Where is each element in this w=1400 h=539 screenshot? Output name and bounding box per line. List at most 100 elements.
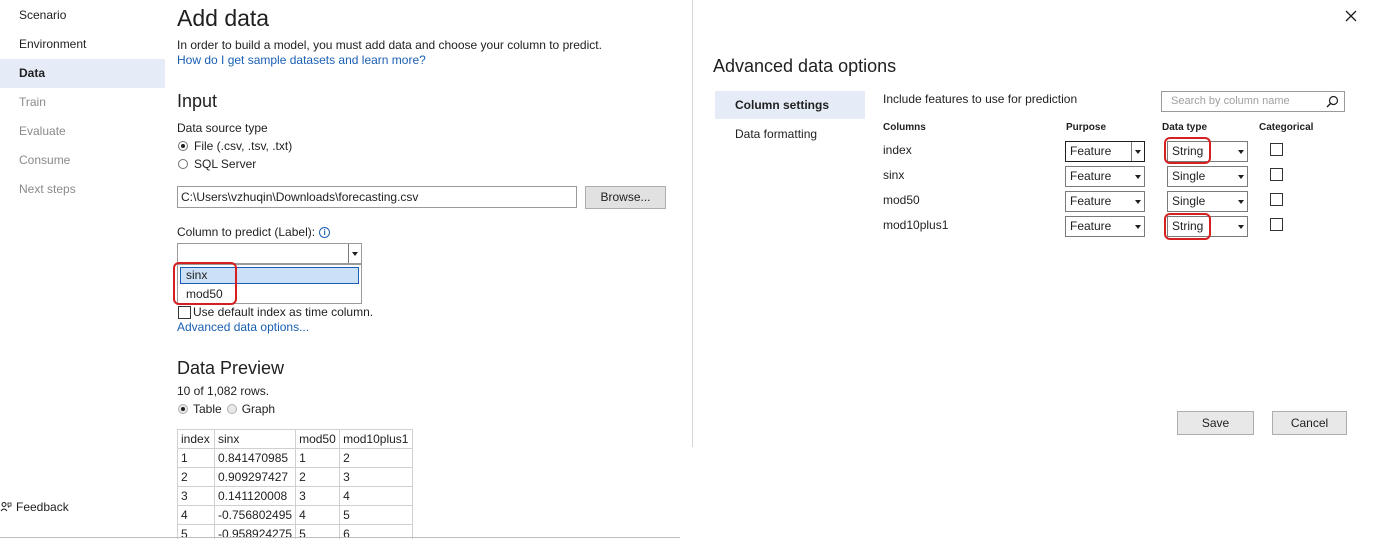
rows-info: 10 of 1,082 rows. [177,384,270,398]
file-path-input[interactable]: C:\Users\vzhuqin\Downloads\forecasting.c… [177,186,577,208]
data-preview-table-wrap: index sinx mod50 mod10plus1 1 0.841470985… [177,429,414,539]
chevron-down-icon [1238,149,1244,154]
radio-graph[interactable] [226,404,237,414]
purpose-value: Feature [1070,144,1112,158]
table-cell: 0.141120008 [213,486,297,506]
info-icon[interactable]: i [319,226,331,238]
table-row: 4 -0.756802495 4 5 [177,505,414,525]
nav-item-next-steps[interactable]: Next steps [0,175,165,204]
nav-item-data[interactable]: Data [0,59,165,88]
tab-data-formatting[interactable]: Data formatting [715,120,865,148]
data-preview-table: index sinx mod50 mod10plus1 1 0.841470985… [177,429,414,539]
nav-item-train[interactable]: Train [0,88,165,117]
cancel-button[interactable]: Cancel [1272,411,1347,435]
column-name: index [883,143,912,157]
data-type-select[interactable]: Single [1167,191,1248,212]
purpose-select[interactable]: Feature [1065,216,1145,237]
table-cell: 4 [295,505,341,525]
table-header-cell: index [177,429,215,449]
feedback-label: Feedback [16,500,69,514]
categorical-checkbox[interactable] [1270,218,1283,231]
default-index-label: Use default index as time column. [193,305,374,319]
header-purpose: Purpose [1066,122,1107,133]
radio-file-label: File (.csv, .tsv, .txt) [194,139,293,153]
header-categorical: Categorical [1259,122,1314,133]
column-name: mod50 [883,193,920,207]
header-data-type: Data type [1162,122,1208,133]
categorical-checkbox[interactable] [1270,168,1283,181]
header-columns: Columns [883,122,926,133]
column-to-predict-select[interactable] [177,243,362,264]
search-icon[interactable] [1326,95,1339,111]
annotation-highlight [1164,137,1211,164]
chevron-down-icon [1135,199,1141,204]
annotation-highlight [1164,213,1211,240]
radio-file-option[interactable]: File (.csv, .tsv, .txt) [178,139,292,153]
table-row: 1 0.841470985 1 2 [177,448,414,468]
column-name: mod10plus1 [883,218,949,232]
categorical-checkbox[interactable] [1270,143,1283,156]
categorical-checkbox[interactable] [1270,193,1283,206]
purpose-select[interactable]: Feature [1065,166,1145,187]
chevron-down-icon [1238,224,1244,229]
default-index-checkbox[interactable] [178,305,191,319]
nav-item-scenario[interactable]: Scenario [0,1,165,30]
feedback-button[interactable]: Feedback [0,500,69,514]
radio-file[interactable] [178,141,188,151]
save-button[interactable]: Save [1177,411,1254,435]
purpose-value: Feature [1070,169,1112,183]
table-cell: 0.841470985 [213,448,297,468]
chevron-down-icon [1238,174,1244,179]
table-cell: -0.756802495 [213,505,297,525]
tab-column-settings[interactable]: Column settings [715,91,865,119]
column-to-predict-label: Column to predict (Label): [177,225,316,239]
table-cell: 4 [177,505,215,525]
radio-table[interactable] [178,404,188,414]
chevron-down-icon[interactable] [352,251,358,256]
radio-table-label: Table [193,402,222,416]
feedback-icon [0,501,12,513]
default-index-option[interactable]: Use default index as time column. [178,305,373,319]
nav-item-evaluate[interactable]: Evaluate [0,117,165,146]
help-link[interactable]: How do I get sample datasets and learn m… [177,53,426,67]
radio-sql[interactable] [178,159,188,169]
data-type-select[interactable]: Single [1167,166,1248,187]
nav-item-environment[interactable]: Environment [0,30,165,59]
table-cell: 0.909297427 [213,467,297,487]
purpose-select[interactable]: Feature [1065,141,1145,162]
table-cell: 2 [295,467,341,487]
radio-graph-label: Graph [241,402,276,416]
table-cell: 4 [339,486,414,506]
purpose-select[interactable]: Feature [1065,191,1145,212]
table-cell: 5 [339,505,414,525]
search-column-input[interactable]: Search by column name [1161,91,1345,112]
table-cell: 2 [177,467,215,487]
chevron-down-icon [1135,224,1141,229]
nav-item-consume[interactable]: Consume [0,146,165,175]
table-cell: 1 [295,448,341,468]
table-row: 3 0.141120008 3 4 [177,486,414,506]
table-header-cell: mod50 [295,429,341,449]
table-header-cell: mod10plus1 [339,429,414,449]
browse-button[interactable]: Browse... [585,186,666,209]
left-nav: Scenario Environment Data Train Evaluate… [0,0,165,539]
chevron-down-icon [1135,174,1141,179]
table-cell: 3 [339,467,414,487]
column-name: sinx [883,168,905,182]
panel-divider [692,0,693,447]
data-source-type-label: Data source type [177,121,268,135]
advanced-data-options-link[interactable]: Advanced data options... [177,320,309,334]
bottom-divider [0,537,680,538]
radio-sql-option[interactable]: SQL Server [178,157,256,171]
input-heading: Input [177,91,218,111]
view-toggle: Table Graph [178,402,275,416]
table-header-cell: sinx [213,429,297,449]
purpose-value: Feature [1070,194,1112,208]
table-cell: 3 [295,486,341,506]
table-cell: 2 [339,448,414,468]
close-icon[interactable] [1344,9,1358,23]
table-cell: 1 [177,448,215,468]
radio-sql-label: SQL Server [194,157,257,171]
data-type-value: Single [1172,169,1206,183]
table-cell: 3 [177,486,215,506]
